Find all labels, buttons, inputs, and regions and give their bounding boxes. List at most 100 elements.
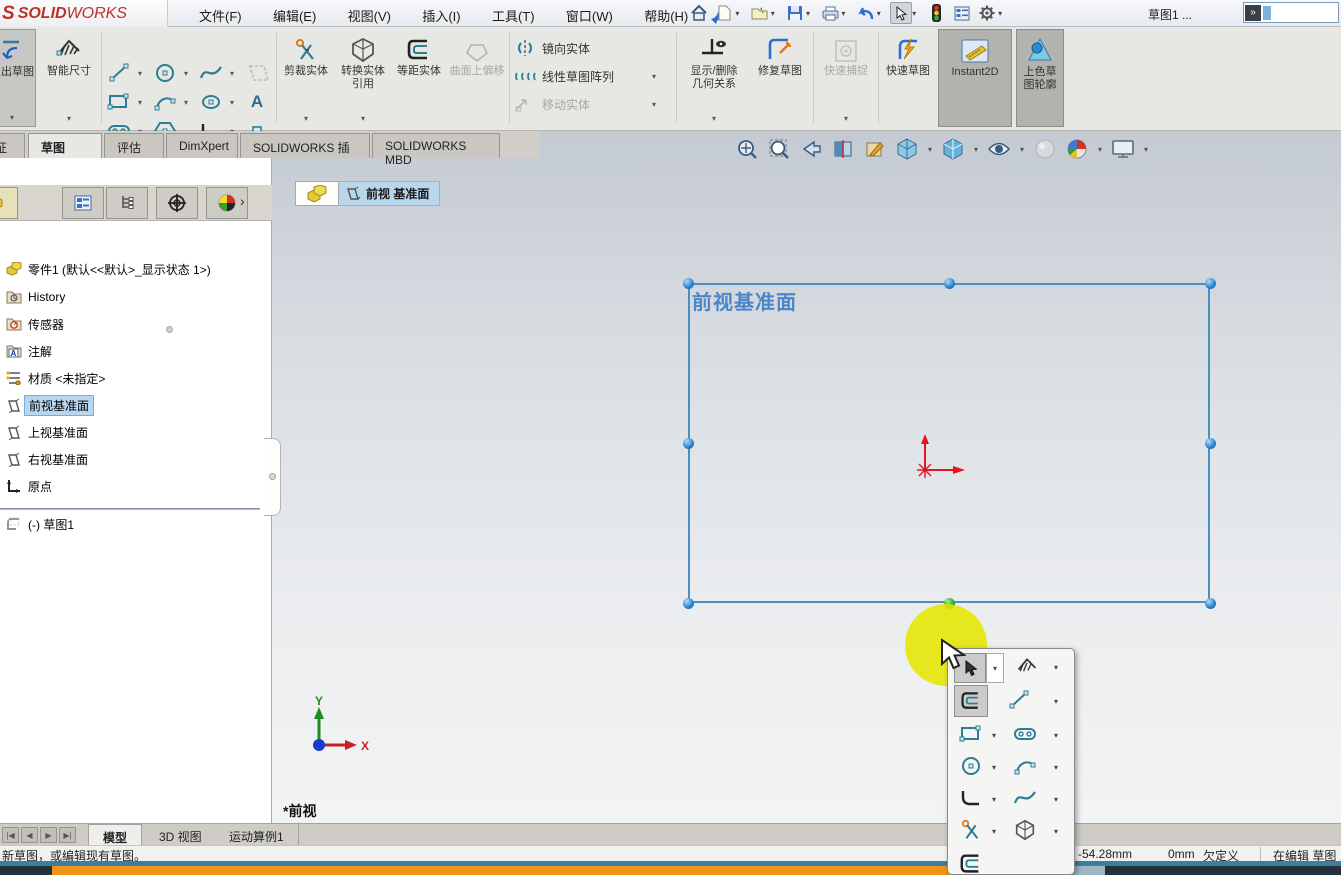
- ellipse-tool-dropdown[interactable]: ▾: [226, 89, 238, 115]
- popup-trim-dropdown[interactable]: ▾: [992, 827, 996, 836]
- text-tool-button[interactable]: A: [242, 89, 272, 115]
- plane-handle-bottom-left[interactable]: [683, 598, 694, 609]
- tab-addins[interactable]: SOLIDWORKS 插件: [240, 133, 370, 158]
- player-progress-track[interactable]: [0, 866, 1341, 875]
- apply-scene-dropdown[interactable]: ▾: [1095, 145, 1105, 154]
- spline-tool-dropdown[interactable]: ▾: [226, 60, 238, 86]
- move-entities-dropdown[interactable]: ▾: [648, 91, 660, 117]
- popup-arc-button[interactable]: [1010, 751, 1040, 781]
- view-settings-dropdown[interactable]: ▾: [1141, 145, 1151, 154]
- popup-trim-button[interactable]: [956, 815, 986, 845]
- undo-dropdown[interactable]: ▾: [877, 9, 887, 18]
- popup-line-button[interactable]: [1004, 685, 1034, 715]
- mirror-entities-row[interactable]: 镜向实体: [514, 35, 590, 61]
- tab-nav-prev-button[interactable]: ◀: [21, 827, 38, 843]
- tree-item-sketch1[interactable]: (-) 草图1: [6, 513, 74, 535]
- tab-3d-views[interactable]: 3D 视图: [145, 824, 217, 846]
- quick-snaps-dropdown[interactable]: ▾: [818, 112, 874, 125]
- section-view-icon[interactable]: [829, 137, 857, 161]
- properties-icon[interactable]: [951, 2, 973, 24]
- arc-tool-button[interactable]: [150, 89, 180, 115]
- save-icon[interactable]: [784, 2, 806, 24]
- plane-handle-right-mid[interactable]: [1205, 438, 1216, 449]
- tab-sketch[interactable]: 草图: [28, 133, 102, 158]
- breadcrumb-plane-item[interactable]: 前视 基准面: [339, 181, 440, 206]
- options-gear-icon[interactable]: [976, 2, 998, 24]
- tree-root[interactable]: 零件1 (默认<<默认>_显示状态 1>): [6, 258, 211, 280]
- tree-item-annotations[interactable]: A 注解: [6, 340, 52, 362]
- convert-entities-button[interactable]: 转换实体引用 ▾: [336, 29, 390, 127]
- popup-fillet-button[interactable]: [956, 783, 986, 813]
- display-delete-relations-button[interactable]: 显示/删除几何关系 ▾: [680, 29, 748, 127]
- exit-sketch-button[interactable]: 退出草图 ▾: [0, 29, 36, 127]
- print-icon[interactable]: [819, 2, 841, 24]
- plane-handle-top-right[interactable]: [1205, 278, 1216, 289]
- panel-splitter-handle[interactable]: [166, 326, 173, 333]
- view-settings-icon[interactable]: [1109, 137, 1137, 161]
- popup-slot-button[interactable]: [1010, 719, 1040, 749]
- zoom-to-fit-icon[interactable]: [733, 137, 761, 161]
- options-dropdown[interactable]: ▾: [998, 9, 1008, 18]
- select-dropdown[interactable]: ▾: [912, 9, 922, 18]
- popup-rectangle-dropdown[interactable]: ▾: [992, 731, 996, 740]
- tree-rollback-bar[interactable]: [0, 508, 260, 510]
- popup-smart-dimension-button[interactable]: [1012, 652, 1042, 682]
- offset-entities-button[interactable]: 等距实体: [394, 29, 444, 127]
- print-dropdown[interactable]: ▾: [841, 9, 851, 18]
- new-file-icon[interactable]: [713, 2, 735, 24]
- tab-features[interactable]: 特征: [0, 133, 25, 158]
- menu-tools[interactable]: 工具(T): [478, 0, 549, 27]
- new-file-dropdown[interactable]: ▾: [735, 9, 745, 18]
- menu-insert[interactable]: 插入(I): [408, 0, 474, 27]
- exit-sketch-dropdown[interactable]: ▾: [0, 111, 35, 124]
- open-file-icon[interactable]: [749, 2, 771, 24]
- sketch-origin[interactable]: [905, 430, 985, 490]
- tree-item-right-plane[interactable]: 右视基准面: [6, 448, 88, 470]
- popup-fillet-dropdown[interactable]: ▾: [992, 795, 996, 804]
- panel-flyout-handle[interactable]: [264, 438, 281, 516]
- hide-show-items-icon[interactable]: [985, 137, 1013, 161]
- convert-entities-dropdown[interactable]: ▾: [336, 112, 390, 125]
- linear-pattern-row[interactable]: 线性草图阵列: [514, 63, 614, 89]
- popup-slot-dropdown[interactable]: ▾: [1054, 731, 1058, 740]
- linear-pattern-dropdown[interactable]: ▾: [648, 63, 660, 89]
- tab-evaluate[interactable]: 评估: [104, 133, 164, 158]
- rebuild-traffic-light-icon[interactable]: [925, 2, 947, 24]
- tab-nav-next-button[interactable]: ▶: [40, 827, 57, 843]
- previous-view-icon[interactable]: [797, 137, 825, 161]
- display-style-icon[interactable]: [939, 137, 967, 161]
- ellipse-tool-button[interactable]: [196, 89, 226, 115]
- popup-line-dropdown[interactable]: ▾: [1054, 697, 1058, 706]
- popup-circle-dropdown[interactable]: ▾: [992, 763, 996, 772]
- menu-edit[interactable]: 编辑(E): [259, 0, 330, 27]
- tab-dimxpert-manager[interactable]: [156, 187, 198, 219]
- menu-file[interactable]: 文件(F): [185, 0, 256, 27]
- popup-spline-button[interactable]: [1010, 783, 1040, 813]
- plane-handle-left-mid[interactable]: [683, 438, 694, 449]
- tab-motion-study[interactable]: 运动算例1: [215, 824, 299, 846]
- undo-icon[interactable]: [855, 2, 877, 24]
- tree-item-top-plane[interactable]: 上视基准面: [6, 421, 88, 443]
- trim-entities-button[interactable]: 剪裁实体 ▾: [280, 29, 332, 127]
- tab-model[interactable]: 模型: [88, 824, 142, 846]
- line-tool-button[interactable]: [104, 60, 134, 86]
- popup-offset-partial-button[interactable]: [956, 849, 986, 875]
- save-dropdown[interactable]: ▾: [806, 9, 816, 18]
- tab-mbd[interactable]: SOLIDWORKS MBD: [372, 133, 500, 158]
- instant2d-button[interactable]: Instant2D: [938, 29, 1012, 127]
- popup-select-dropdown[interactable]: ▾: [986, 653, 1004, 683]
- smart-dimension-button[interactable]: 智能尺寸 ▾: [40, 29, 98, 127]
- plane-handle-top-left[interactable]: [683, 278, 694, 289]
- menu-view[interactable]: 视图(V): [334, 0, 405, 27]
- trim-entities-dropdown[interactable]: ▾: [280, 112, 332, 125]
- repair-sketch-button[interactable]: 修复草图: [752, 29, 808, 127]
- popup-offset-entities-button[interactable]: [954, 685, 988, 717]
- sketch-view-icon[interactable]: [861, 137, 889, 161]
- popup-rectangle-button[interactable]: [956, 719, 986, 749]
- tab-configurations[interactable]: [106, 187, 148, 219]
- rectangle-tool-button[interactable]: [104, 89, 134, 115]
- zoom-to-area-icon[interactable]: [765, 137, 793, 161]
- tree-item-origin[interactable]: 原点: [6, 475, 52, 497]
- menu-window[interactable]: 窗口(W): [552, 0, 627, 27]
- relations-dropdown[interactable]: ▾: [680, 112, 748, 125]
